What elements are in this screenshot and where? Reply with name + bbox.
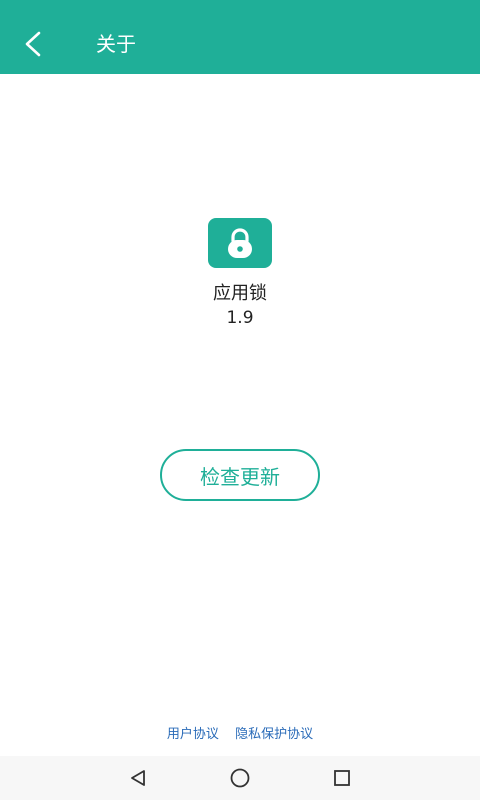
footer-links: 用户协议 隐私保护协议: [0, 723, 480, 742]
square-recents-icon: [334, 770, 350, 786]
app-logo: [208, 218, 272, 268]
app-name: 应用锁: [213, 283, 267, 304]
check-update-button[interactable]: 检查更新: [160, 449, 320, 501]
app-version: 1.9: [226, 308, 254, 328]
check-update-label: 检查更新: [200, 464, 280, 489]
user-agreement-link[interactable]: 用户协议: [167, 727, 219, 742]
system-home-button[interactable]: [226, 766, 254, 790]
lock-icon: [228, 228, 252, 258]
about-screen: 关于 应用锁 1.9 检查更新 用户协议 隐私保护协议: [0, 0, 480, 800]
system-back-button[interactable]: [124, 766, 152, 790]
back-button[interactable]: [14, 24, 54, 64]
top-app-bar: 关于: [0, 0, 480, 74]
circle-home-icon: [230, 768, 250, 788]
triangle-back-icon: [131, 770, 145, 786]
privacy-policy-link[interactable]: 隐私保护协议: [235, 727, 313, 742]
system-recents-button[interactable]: [328, 766, 356, 790]
system-navigation-bar: [0, 756, 480, 800]
page-title: 关于: [96, 32, 136, 56]
chevron-left-icon: [25, 31, 41, 57]
